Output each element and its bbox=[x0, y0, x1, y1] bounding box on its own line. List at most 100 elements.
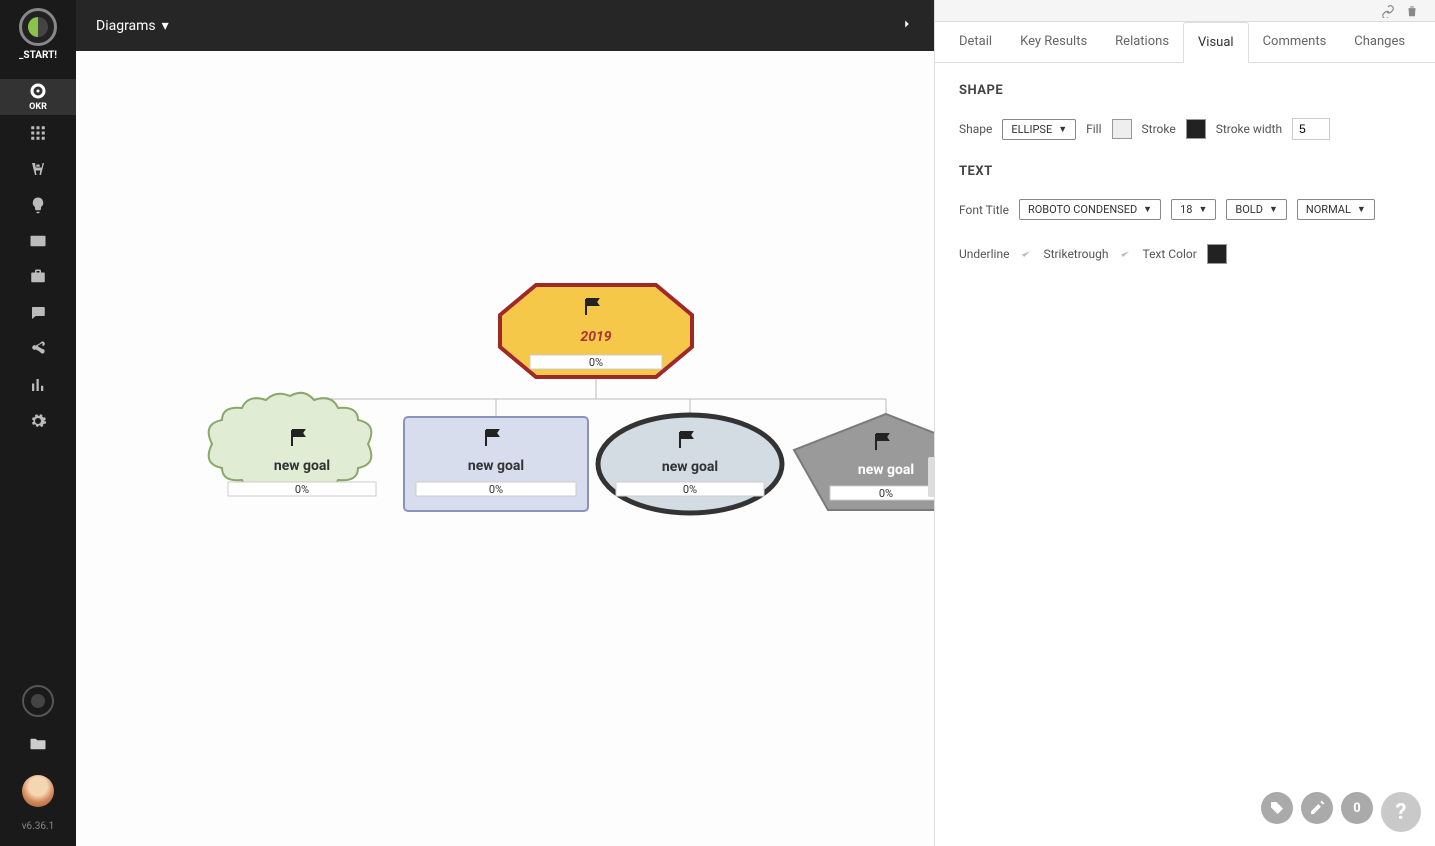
sidebar-item-road[interactable] bbox=[0, 151, 76, 187]
node-child-1-progress: 0% bbox=[295, 483, 309, 496]
start-label: _START! bbox=[19, 50, 57, 61]
grid-icon bbox=[29, 124, 47, 142]
strike-label: Striketrough bbox=[1043, 247, 1108, 261]
diagram: 2019 0% new goal 0% bbox=[76, 51, 934, 555]
tab-key-results[interactable]: Key Results bbox=[1006, 22, 1101, 62]
folder-icon bbox=[29, 735, 47, 753]
sidebar-item-settings[interactable] bbox=[0, 403, 76, 439]
app-logo[interactable] bbox=[19, 8, 57, 46]
node-root-progress: 0% bbox=[589, 356, 603, 369]
sidebar-item-lightbulb[interactable] bbox=[0, 187, 76, 223]
font-style-select[interactable]: NORMAL ▼ bbox=[1297, 199, 1375, 220]
underline-toggle-icon[interactable] bbox=[1019, 247, 1033, 261]
font-title-label: Font Title bbox=[959, 203, 1009, 217]
briefcase-icon bbox=[29, 268, 47, 286]
sidebar-item-chart[interactable] bbox=[0, 367, 76, 403]
node-child-3[interactable]: new goal 0% bbox=[598, 415, 782, 513]
share-icon bbox=[29, 340, 47, 358]
tag-icon bbox=[1269, 800, 1285, 816]
node-child-1[interactable]: new goal 0% bbox=[209, 393, 376, 496]
sidebar-item-label: OKR bbox=[29, 102, 47, 112]
tab-relations[interactable]: Relations bbox=[1101, 22, 1183, 62]
app-logo-icon bbox=[28, 17, 48, 37]
shape-section-title: SHAPE bbox=[959, 83, 1411, 98]
pencil-icon bbox=[1309, 800, 1325, 816]
node-child-3-title: new goal bbox=[662, 459, 718, 475]
text-color-swatch[interactable] bbox=[1207, 244, 1227, 264]
user-avatar[interactable] bbox=[22, 775, 54, 807]
caret-down-icon: ▼ bbox=[1143, 204, 1152, 215]
stroke-label: Stroke bbox=[1142, 122, 1176, 136]
float-count-value: 0 bbox=[1353, 801, 1360, 816]
font-weight-value: BOLD bbox=[1235, 203, 1263, 216]
sidebar-item-share[interactable] bbox=[0, 331, 76, 367]
float-button-edit[interactable] bbox=[1301, 792, 1333, 824]
node-child-2-progress: 0% bbox=[489, 483, 503, 496]
strike-toggle-icon[interactable] bbox=[1118, 247, 1132, 261]
float-button-tag[interactable] bbox=[1261, 792, 1293, 824]
diagrams-label: Diagrams bbox=[96, 18, 156, 34]
diagram-canvas[interactable]: 2019 0% new goal 0% bbox=[76, 51, 934, 846]
caret-down-icon: ▼ bbox=[1269, 204, 1278, 215]
float-button-help[interactable]: ? bbox=[1381, 792, 1421, 832]
node-child-4-progress: 0% bbox=[879, 487, 893, 500]
underline-label: Underline bbox=[959, 247, 1009, 261]
font-style-value: NORMAL bbox=[1306, 203, 1351, 216]
lightbulb-icon bbox=[29, 196, 47, 214]
font-family-value: ROBOTO CONDENSED bbox=[1028, 203, 1137, 216]
caret-down-icon: ▼ bbox=[1357, 204, 1366, 215]
node-child-4[interactable]: new goal 0% bbox=[794, 414, 934, 510]
tab-changes[interactable]: Changes bbox=[1340, 22, 1419, 62]
tab-comments[interactable]: Comments bbox=[1249, 22, 1341, 62]
float-button-count[interactable]: 0 bbox=[1341, 792, 1373, 824]
stroke-width-input[interactable] bbox=[1292, 118, 1330, 140]
font-family-select[interactable]: ROBOTO CONDENSED ▼ bbox=[1019, 199, 1161, 220]
topbar: Diagrams ▾ bbox=[76, 0, 934, 51]
sidebar-item-okr[interactable]: OKR bbox=[0, 79, 76, 115]
shape-value: ELLIPSE bbox=[1011, 123, 1052, 136]
panel-toolbar bbox=[935, 0, 1435, 22]
panel-collapse-button[interactable] bbox=[900, 17, 914, 35]
main-area: Diagrams ▾ bbox=[76, 0, 935, 846]
shape-row: Shape ELLIPSE ▼ Fill Stroke Stroke width bbox=[959, 118, 1411, 140]
chevron-right-icon bbox=[900, 17, 914, 31]
trash-icon[interactable] bbox=[1405, 4, 1419, 18]
panel-tabs: Detail Key Results Relations Visual Comm… bbox=[935, 22, 1435, 63]
secondary-logo-icon bbox=[31, 694, 45, 708]
gear-icon bbox=[29, 412, 47, 430]
road-icon bbox=[29, 160, 47, 178]
font-size-select[interactable]: 18 ▼ bbox=[1171, 199, 1216, 220]
decoration-row: Underline Striketrough Text Color bbox=[959, 244, 1411, 264]
stroke-color-swatch[interactable] bbox=[1186, 119, 1206, 139]
link-icon[interactable] bbox=[1381, 4, 1395, 18]
card-icon bbox=[29, 232, 47, 250]
left-sidebar: _START! OKR v6.36.1 bbox=[0, 0, 76, 846]
shape-select[interactable]: ELLIPSE ▼ bbox=[1002, 119, 1076, 140]
node-root[interactable]: 2019 0% bbox=[500, 285, 692, 377]
secondary-logo[interactable] bbox=[22, 685, 54, 717]
sidebar-item-card[interactable] bbox=[0, 223, 76, 259]
fill-color-swatch[interactable] bbox=[1112, 119, 1132, 139]
target-icon bbox=[29, 82, 47, 100]
sidebar-folder[interactable] bbox=[29, 735, 47, 757]
node-child-3-progress: 0% bbox=[683, 483, 697, 496]
sidebar-item-briefcase[interactable] bbox=[0, 259, 76, 295]
tab-detail[interactable]: Detail bbox=[945, 22, 1006, 62]
node-root-title: 2019 bbox=[580, 329, 611, 345]
caret-down-icon: ▾ bbox=[162, 18, 169, 34]
sidebar-item-grid[interactable] bbox=[0, 115, 76, 151]
bar-chart-icon bbox=[29, 376, 47, 394]
shape-label: Shape bbox=[959, 122, 992, 136]
node-child-1-title: new goal bbox=[274, 458, 330, 474]
node-child-2[interactable]: new goal 0% bbox=[404, 417, 588, 511]
font-weight-select[interactable]: BOLD ▼ bbox=[1226, 199, 1287, 220]
tab-visual[interactable]: Visual bbox=[1183, 22, 1249, 63]
scrollbar-handle[interactable] bbox=[928, 457, 934, 497]
caret-down-icon: ▼ bbox=[1198, 204, 1207, 215]
help-icon: ? bbox=[1396, 800, 1407, 825]
diagrams-dropdown[interactable]: Diagrams ▾ bbox=[96, 18, 169, 34]
version-label: v6.36.1 bbox=[22, 821, 55, 832]
node-child-4-title: new goal bbox=[858, 462, 914, 478]
fill-label: Fill bbox=[1086, 122, 1101, 136]
sidebar-item-chat[interactable] bbox=[0, 295, 76, 331]
